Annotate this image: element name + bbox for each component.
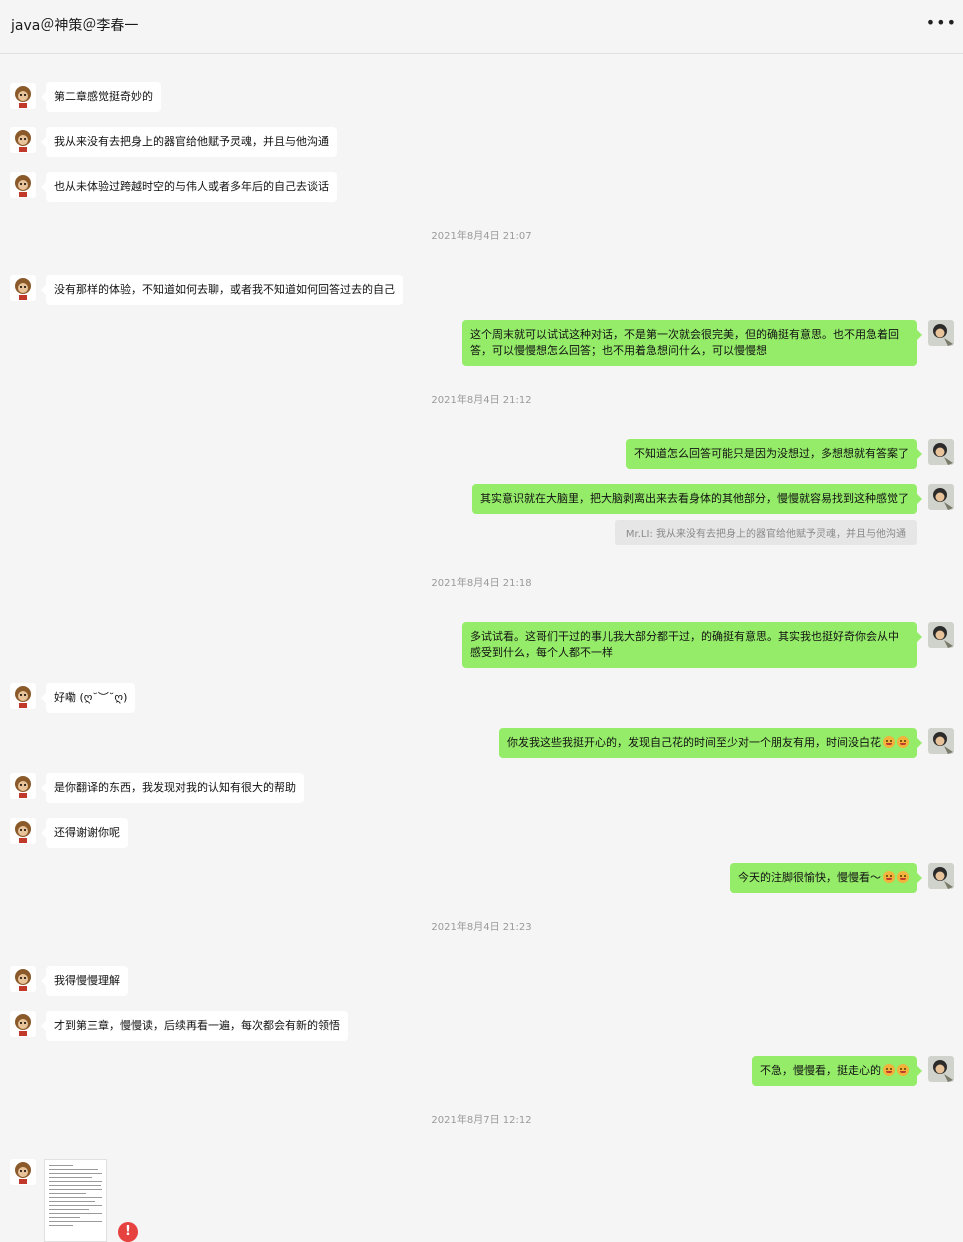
grin-emoji-icon xyxy=(883,736,895,748)
self-avatar[interactable] xyxy=(928,1056,954,1082)
grin-emoji-icon xyxy=(883,871,895,883)
message-bubble[interactable]: 才到第三章，慢慢读，后续再看一遍，每次都会有新的领悟 xyxy=(41,1011,348,1041)
message-bubble[interactable]: 不急，慢慢看，挺走心的 xyxy=(752,1056,922,1086)
self-avatar[interactable] xyxy=(928,439,954,465)
chat-header: java＠神策＠李春一 ••• xyxy=(0,0,963,54)
grin-emoji-icon xyxy=(897,736,909,748)
timestamp: 2021年8月4日 21:23 xyxy=(431,922,532,933)
message-bubble[interactable]: 第二章感觉挺奇妙的 xyxy=(41,82,161,112)
more-horizontal-icon[interactable]: ••• xyxy=(926,13,957,32)
message-bubble[interactable]: 你发我这些我挺开心的，发现自己花的时间至少对一个朋友有用，时间没白花 xyxy=(499,728,922,758)
contact-avatar[interactable] xyxy=(10,172,36,198)
contact-avatar[interactable] xyxy=(10,818,36,844)
message-text: 今天的注脚很愉快，慢慢看～ xyxy=(738,871,881,884)
contact-avatar[interactable] xyxy=(10,966,36,992)
timestamp: 2021年8月4日 21:18 xyxy=(431,578,532,589)
self-avatar[interactable] xyxy=(928,320,954,346)
message-bubble[interactable]: 还得谢谢你呢 xyxy=(41,818,128,848)
message-bubble[interactable]: 这个周末就可以试试这种对话，不是第一次就会很完美，但的确挺有意思。也不用急着回答… xyxy=(462,320,922,366)
contact-avatar[interactable] xyxy=(10,683,36,709)
self-avatar[interactable] xyxy=(928,622,954,648)
message-bubble[interactable]: 没有那样的体验，不知道如何去聊，或者我不知道如何回答过去的自己 xyxy=(41,275,403,305)
send-error-icon[interactable]: ! xyxy=(118,1222,138,1242)
contact-avatar[interactable] xyxy=(10,1159,36,1185)
message-bubble[interactable]: 好嘞 (ღ˘︶˘ღ) xyxy=(40,683,136,713)
message-bubble[interactable]: 也从未体验过跨越时空的与伟人或者多年后的自己去谈话 xyxy=(41,172,337,202)
timestamp: 2021年8月4日 21:07 xyxy=(431,231,532,242)
message-text: 不急，慢慢看，挺走心的 xyxy=(760,1064,881,1077)
grin-emoji-icon xyxy=(883,1064,895,1076)
contact-avatar[interactable] xyxy=(10,275,36,301)
self-avatar[interactable] xyxy=(928,863,954,889)
message-bubble[interactable]: 不知道怎么回答可能只是因为没想过，多想想就有答案了 xyxy=(626,439,922,469)
message-bubble[interactable]: 其实意识就在大脑里，把大脑剥离出来去看身体的其他部分，慢慢就容易找到这种感觉了 xyxy=(472,484,922,514)
message-text: 你发我这些我挺开心的，发现自己花的时间至少对一个朋友有用，时间没白花 xyxy=(507,736,881,749)
grin-emoji-icon xyxy=(897,871,909,883)
self-avatar[interactable] xyxy=(928,484,954,510)
contact-avatar[interactable] xyxy=(10,83,36,109)
contact-avatar[interactable] xyxy=(10,1011,36,1037)
image-message-thumbnail[interactable] xyxy=(44,1159,107,1242)
contact-avatar[interactable] xyxy=(10,773,36,799)
chat-title: java＠神策＠李春一 xyxy=(11,18,139,34)
timestamp: 2021年8月4日 21:12 xyxy=(431,395,532,406)
timestamp: 2021年8月7日 12:12 xyxy=(431,1115,532,1126)
message-bubble[interactable]: 我从来没有去把身上的器官给他赋予灵魂，并且与他沟通 xyxy=(41,127,337,157)
grin-emoji-icon xyxy=(897,1064,909,1076)
message-bubble[interactable]: 多试试看。这哥们干过的事儿我大部分都干过，的确挺有意思。其实我也挺好奇你会从中感… xyxy=(462,622,922,668)
self-avatar[interactable] xyxy=(928,728,954,754)
message-bubble[interactable]: 今天的注脚很愉快，慢慢看～ xyxy=(730,863,922,893)
contact-avatar[interactable] xyxy=(10,127,36,153)
message-bubble[interactable]: 是你翻译的东西，我发现对我的认知有很大的帮助 xyxy=(41,773,304,803)
message-bubble[interactable]: 我得慢慢理解 xyxy=(41,966,128,996)
quoted-message[interactable]: Mr.LI: 我从来没有去把身上的器官给他赋予灵魂，并且与他沟通 xyxy=(614,520,917,545)
